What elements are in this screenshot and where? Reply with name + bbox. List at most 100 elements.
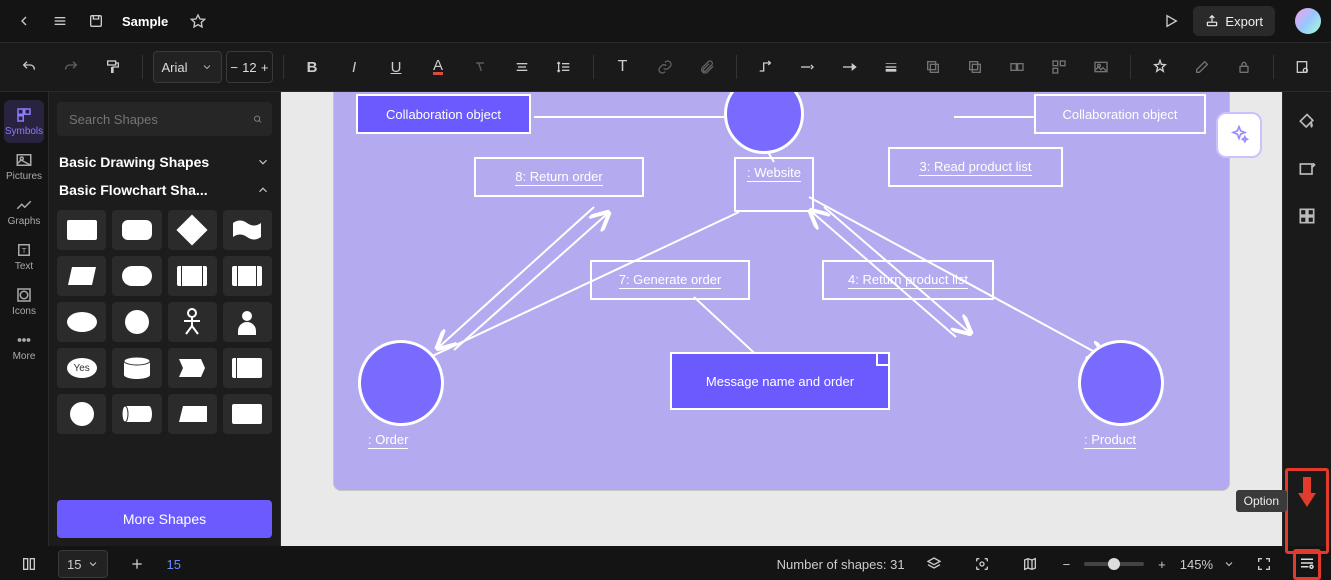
status-bar: 15 15 Number of shapes: 31 − + 145% bbox=[0, 546, 1331, 580]
underline-button[interactable]: U bbox=[377, 52, 415, 82]
export-image-icon[interactable] bbox=[1297, 159, 1317, 182]
bold-button[interactable]: B bbox=[293, 52, 331, 82]
send-back-button[interactable] bbox=[914, 52, 952, 82]
node-website-circle[interactable] bbox=[724, 92, 804, 154]
layers-icon[interactable] bbox=[915, 549, 953, 579]
zoom-slider[interactable] bbox=[1084, 562, 1144, 566]
node-return-product[interactable]: 4: Return product list bbox=[822, 260, 994, 300]
arrow-style-button[interactable] bbox=[830, 52, 868, 82]
align-button[interactable] bbox=[503, 52, 541, 82]
attachment-button[interactable] bbox=[688, 52, 726, 82]
shape-rectangle[interactable] bbox=[57, 210, 106, 250]
shape-wave[interactable] bbox=[223, 210, 272, 250]
node-message[interactable]: Message name and order bbox=[670, 352, 890, 410]
edit-button[interactable] bbox=[1183, 52, 1221, 82]
export-button[interactable]: Export bbox=[1193, 6, 1275, 36]
shape-rect2[interactable] bbox=[223, 394, 272, 434]
font-select[interactable]: Arial bbox=[153, 51, 223, 83]
focus-icon[interactable] bbox=[963, 549, 1001, 579]
user-avatar[interactable] bbox=[1295, 8, 1321, 34]
node-product-circle[interactable] bbox=[1078, 340, 1164, 426]
line-weight-button[interactable] bbox=[872, 52, 910, 82]
add-page-button[interactable] bbox=[118, 549, 156, 579]
shape-manual-op[interactable] bbox=[168, 394, 217, 434]
shape-internal-storage[interactable] bbox=[223, 256, 272, 296]
chevron-down-icon[interactable] bbox=[1223, 558, 1235, 570]
line-style-button[interactable] bbox=[788, 52, 826, 82]
shape-flag[interactable] bbox=[168, 348, 217, 388]
rail-symbols[interactable]: Symbols bbox=[4, 100, 44, 143]
fullscreen-button[interactable] bbox=[1245, 549, 1283, 579]
category-basic-flowchart[interactable]: Basic Flowchart Sha... bbox=[57, 176, 272, 204]
page-setup-button[interactable] bbox=[1283, 52, 1321, 82]
page-current: 15 bbox=[67, 557, 81, 572]
node-collab-left[interactable]: Collaboration object bbox=[356, 94, 531, 134]
effects-button[interactable] bbox=[1141, 52, 1179, 82]
shape-database[interactable] bbox=[112, 348, 161, 388]
fill-tool-icon[interactable] bbox=[1297, 112, 1317, 135]
shape-decision-yes[interactable]: Yes bbox=[57, 348, 106, 388]
grid-icon[interactable] bbox=[1297, 206, 1317, 229]
rail-text[interactable]: T Text bbox=[4, 235, 44, 278]
undo-button[interactable] bbox=[10, 52, 48, 82]
rail-icons[interactable]: Icons bbox=[4, 280, 44, 323]
diagram-canvas[interactable]: Collaboration object Collaboration objec… bbox=[333, 92, 1230, 491]
shape-rounded-rect[interactable] bbox=[112, 210, 161, 250]
text-tool-button[interactable]: T bbox=[604, 52, 642, 82]
search-input[interactable] bbox=[67, 111, 247, 128]
italic-button[interactable]: I bbox=[335, 52, 373, 82]
shape-diamond[interactable] bbox=[168, 210, 217, 250]
node-collab-right[interactable]: Collaboration object bbox=[1034, 94, 1206, 134]
link-button[interactable] bbox=[646, 52, 684, 82]
font-size-stepper[interactable]: − 12 + bbox=[226, 51, 272, 83]
format-painter-button[interactable] bbox=[94, 52, 132, 82]
line-spacing-button[interactable] bbox=[545, 52, 583, 82]
ai-assist-button[interactable] bbox=[1216, 112, 1262, 158]
map-icon[interactable] bbox=[1011, 549, 1049, 579]
format-toolbar: Arial − 12 + B I U A T bbox=[0, 43, 1331, 92]
more-shapes-button[interactable]: More Shapes bbox=[57, 500, 272, 538]
connector-button[interactable] bbox=[746, 52, 784, 82]
play-button[interactable] bbox=[1157, 7, 1185, 35]
group-button[interactable] bbox=[998, 52, 1036, 82]
redo-button[interactable] bbox=[52, 52, 90, 82]
category-label: Basic Drawing Shapes bbox=[59, 154, 209, 170]
increase-size-button[interactable]: + bbox=[258, 52, 272, 82]
bring-front-button[interactable] bbox=[956, 52, 994, 82]
rail-graphs[interactable]: Graphs bbox=[4, 190, 44, 233]
distribute-button[interactable] bbox=[1040, 52, 1078, 82]
shape-person[interactable] bbox=[223, 302, 272, 342]
font-size-value[interactable]: 12 bbox=[241, 52, 258, 82]
shape-pill[interactable] bbox=[112, 256, 161, 296]
shape-card[interactable] bbox=[223, 348, 272, 388]
search-shapes[interactable] bbox=[57, 102, 272, 136]
page-label[interactable]: 15 bbox=[166, 557, 180, 572]
shape-predefined[interactable] bbox=[168, 256, 217, 296]
shape-circle2[interactable] bbox=[57, 394, 106, 434]
node-generate-order[interactable]: 7: Generate order bbox=[590, 260, 750, 300]
page-layout-icon[interactable] bbox=[10, 549, 48, 579]
shape-circle[interactable] bbox=[112, 302, 161, 342]
clear-format-button[interactable] bbox=[461, 52, 499, 82]
shape-parallelogram[interactable] bbox=[57, 256, 106, 296]
favorite-icon[interactable] bbox=[184, 7, 212, 35]
rail-more[interactable]: More bbox=[4, 325, 44, 368]
category-basic-drawing[interactable]: Basic Drawing Shapes bbox=[57, 148, 272, 176]
node-return-order[interactable]: 8: Return order bbox=[474, 157, 644, 197]
menu-button[interactable] bbox=[46, 7, 74, 35]
shape-ellipse[interactable] bbox=[57, 302, 106, 342]
page-select[interactable]: 15 bbox=[58, 550, 108, 578]
node-order-circle[interactable] bbox=[358, 340, 444, 426]
save-icon[interactable] bbox=[82, 7, 110, 35]
node-read-product[interactable]: 3: Read product list bbox=[888, 147, 1063, 187]
font-color-button[interactable]: A bbox=[419, 52, 457, 82]
node-website-box[interactable]: : Website bbox=[734, 157, 814, 212]
rail-pictures[interactable]: Pictures bbox=[4, 145, 44, 188]
lock-button[interactable] bbox=[1225, 52, 1263, 82]
decrease-size-button[interactable]: − bbox=[227, 52, 241, 82]
shape-actor[interactable] bbox=[168, 302, 217, 342]
shape-cylinder-h[interactable] bbox=[112, 394, 161, 434]
canvas-wrap[interactable]: Collaboration object Collaboration objec… bbox=[281, 92, 1282, 546]
image-button[interactable] bbox=[1082, 52, 1120, 82]
back-button[interactable] bbox=[10, 7, 38, 35]
